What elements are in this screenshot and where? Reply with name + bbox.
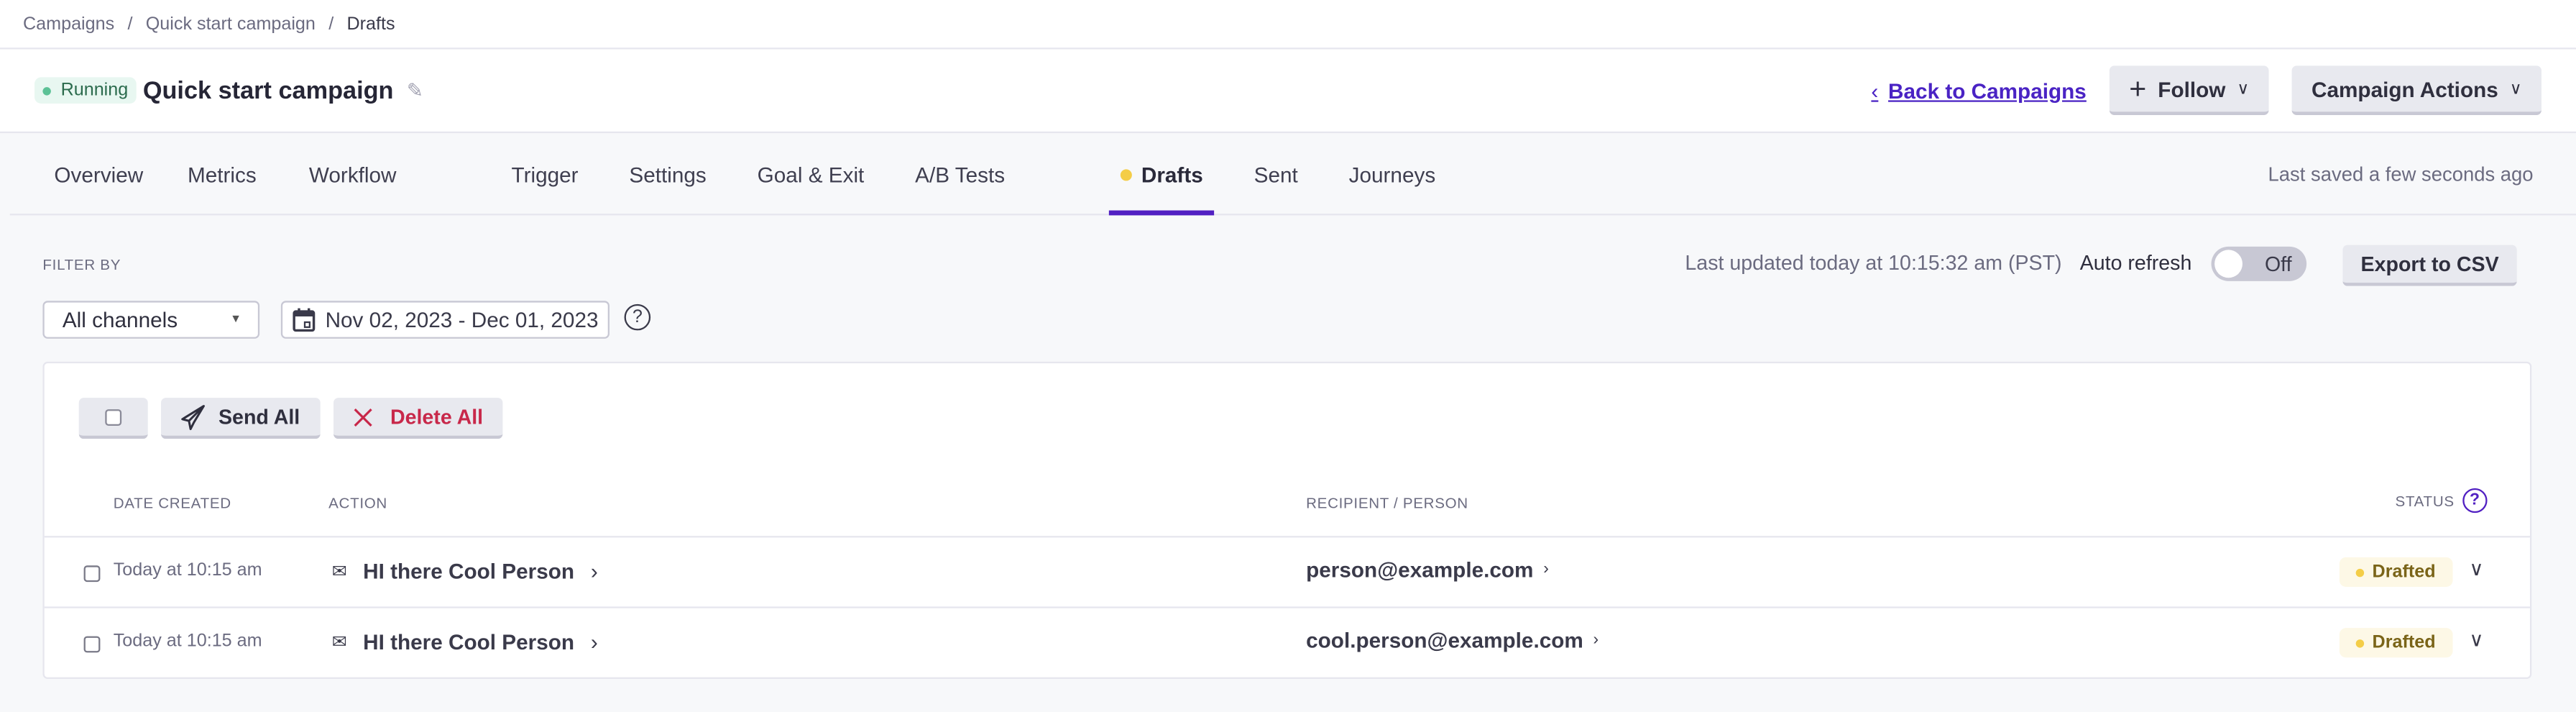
row-recipient-label: person@example.com (1306, 557, 1534, 583)
drafted-dot-icon (2355, 567, 2365, 577)
tab-ab-tests[interactable]: A/B Tests (915, 133, 1005, 215)
pencil-icon[interactable]: ✎ (407, 79, 423, 102)
row-status-label: Drafted (2372, 632, 2436, 653)
status-header-label: STATUS (2395, 492, 2455, 509)
last-updated-text: Last updated today at 10:15:32 am (PST) (1685, 251, 2062, 275)
tab-bar: Overview Metrics Workflow Trigger Settin… (0, 133, 2576, 216)
status-badge: Running (34, 77, 137, 104)
status-badge-drafted: Drafted (2339, 557, 2452, 587)
row-status-label: Drafted (2372, 562, 2436, 583)
campaign-actions-label: Campaign Actions (2312, 76, 2498, 101)
row-recipient-label: cool.person@example.com (1306, 628, 1583, 653)
calendar-icon (293, 308, 316, 332)
running-dot-icon (42, 86, 51, 95)
last-saved-text: Last saved a few seconds ago (2268, 163, 2534, 186)
send-all-button[interactable]: Send All (160, 398, 320, 439)
breadcrumb-separator: / (127, 14, 133, 34)
tab-goal-exit[interactable]: Goal & Exit (758, 133, 865, 215)
table-row[interactable]: Today at 10:15 am ✉ HI there Cool Person… (44, 536, 2530, 608)
table-row[interactable]: Today at 10:15 am ✉ HI there Cool Person… (44, 606, 2530, 679)
column-header-recipient: RECIPIENT / PERSON (1306, 494, 1468, 511)
chevron-right-icon: › (1543, 560, 1549, 579)
row-date-created: Today at 10:15 am (113, 631, 262, 652)
row-checkbox[interactable] (83, 636, 101, 653)
caret-down-icon: ▼ (230, 314, 242, 326)
column-header-status: STATUS ? (2395, 488, 2488, 514)
row-action-label: HI there Cool Person (363, 629, 575, 654)
breadcrumb-campaigns[interactable]: Campaigns (23, 14, 114, 33)
status-badge-label: Running (60, 80, 129, 101)
breadcrumb: Campaigns / Quick start campaign / Draft… (0, 0, 2576, 50)
back-link-label: Back to Campaigns (1888, 78, 2087, 103)
row-recipient-link[interactable]: person@example.com › (1306, 557, 1549, 582)
channel-select[interactable]: All channels ▼ (42, 301, 260, 339)
plus-icon: + (2129, 72, 2147, 106)
campaign-actions-button[interactable]: Campaign Actions ∨ (2291, 65, 2542, 115)
row-action-link[interactable]: HI there Cool Person › (363, 629, 598, 654)
delete-all-button[interactable]: Delete All (332, 398, 503, 439)
channel-select-value: All channels (62, 307, 178, 332)
export-csv-button[interactable]: Export to CSV (2342, 245, 2517, 286)
tab-overview[interactable]: Overview (54, 133, 143, 215)
tab-workflow[interactable]: Workflow (309, 133, 397, 215)
tab-metrics[interactable]: Metrics (188, 133, 257, 215)
send-all-label: Send All (218, 405, 300, 429)
drafts-table-card: Send All Delete All DATE CREATED ACTION … (42, 361, 2532, 679)
expand-row-chevron-down-icon[interactable]: ∨ (2469, 628, 2483, 651)
tab-drafts[interactable]: Drafts (1108, 133, 1214, 216)
chevron-right-icon: › (590, 559, 598, 584)
delete-all-label: Delete All (390, 405, 484, 429)
status-help-icon[interactable]: ? (2462, 488, 2488, 514)
toggle-knob (2214, 250, 2242, 278)
date-range-value: Nov 02, 2023 - Dec 01, 2023 (325, 307, 599, 332)
date-range-input[interactable]: Nov 02, 2023 - Dec 01, 2023 (280, 301, 610, 339)
toggle-state-label: Off (2264, 252, 2292, 276)
top-bar: Campaigns / Quick start campaign / Draft… (0, 0, 2576, 134)
select-all-checkbox-button[interactable] (78, 398, 148, 439)
bulk-actions-toolbar: Send All Delete All (78, 398, 503, 439)
filter-by-label: FILTER BY (42, 256, 121, 273)
close-icon (353, 407, 372, 426)
drafted-dot-icon (2355, 638, 2365, 647)
expand-row-chevron-down-icon[interactable]: ∨ (2469, 557, 2483, 580)
chevron-down-icon: ∨ (2237, 79, 2250, 98)
envelope-icon: ✉ (331, 632, 347, 653)
auto-refresh-label: Auto refresh (2079, 251, 2192, 275)
chevron-right-icon: › (590, 629, 598, 654)
follow-button[interactable]: + Follow ∨ (2109, 65, 2269, 115)
chevron-left-icon: ‹ (1871, 78, 1879, 103)
status-badge-drafted: Drafted (2339, 628, 2452, 658)
checkbox-icon (105, 408, 122, 425)
column-header-date-created[interactable]: DATE CREATED (114, 495, 231, 511)
row-action-link[interactable]: HI there Cool Person › (363, 559, 598, 583)
chevron-right-icon: › (1593, 631, 1599, 649)
row-date-created: Today at 10:15 am (113, 560, 262, 580)
row-action-label: HI there Cool Person (363, 559, 575, 584)
page-title: Quick start campaign (142, 76, 394, 105)
tab-trigger[interactable]: Trigger (512, 133, 579, 215)
campaign-header: Running Quick start campaign ✎ ‹ Back to… (0, 49, 2576, 134)
auto-refresh-toggle[interactable]: Off (2211, 246, 2307, 281)
tab-settings[interactable]: Settings (629, 133, 706, 215)
drafts-indicator-dot-icon (1120, 168, 1132, 181)
back-to-campaigns-link[interactable]: ‹ Back to Campaigns (1871, 78, 2086, 103)
column-header-action: ACTION (328, 494, 387, 511)
breadcrumb-campaign[interactable]: Quick start campaign (146, 14, 316, 33)
breadcrumb-separator: / (328, 14, 334, 34)
tab-drafts-label: Drafts (1141, 162, 1203, 187)
chevron-down-icon: ∨ (2509, 79, 2522, 98)
follow-label: Follow (2158, 76, 2226, 101)
tab-journeys[interactable]: Journeys (1349, 133, 1436, 215)
page: Campaigns / Quick start campaign / Draft… (0, 0, 2576, 712)
help-icon[interactable]: ? (624, 303, 651, 331)
row-checkbox[interactable] (83, 565, 101, 583)
breadcrumb-current: Drafts (346, 14, 395, 34)
envelope-icon: ✉ (331, 562, 347, 583)
paper-plane-icon (181, 403, 205, 429)
row-recipient-link[interactable]: cool.person@example.com › (1306, 628, 1598, 652)
tab-sent[interactable]: Sent (1254, 133, 1298, 215)
header-actions: ‹ Back to Campaigns + Follow ∨ Campaign … (1871, 65, 2542, 115)
